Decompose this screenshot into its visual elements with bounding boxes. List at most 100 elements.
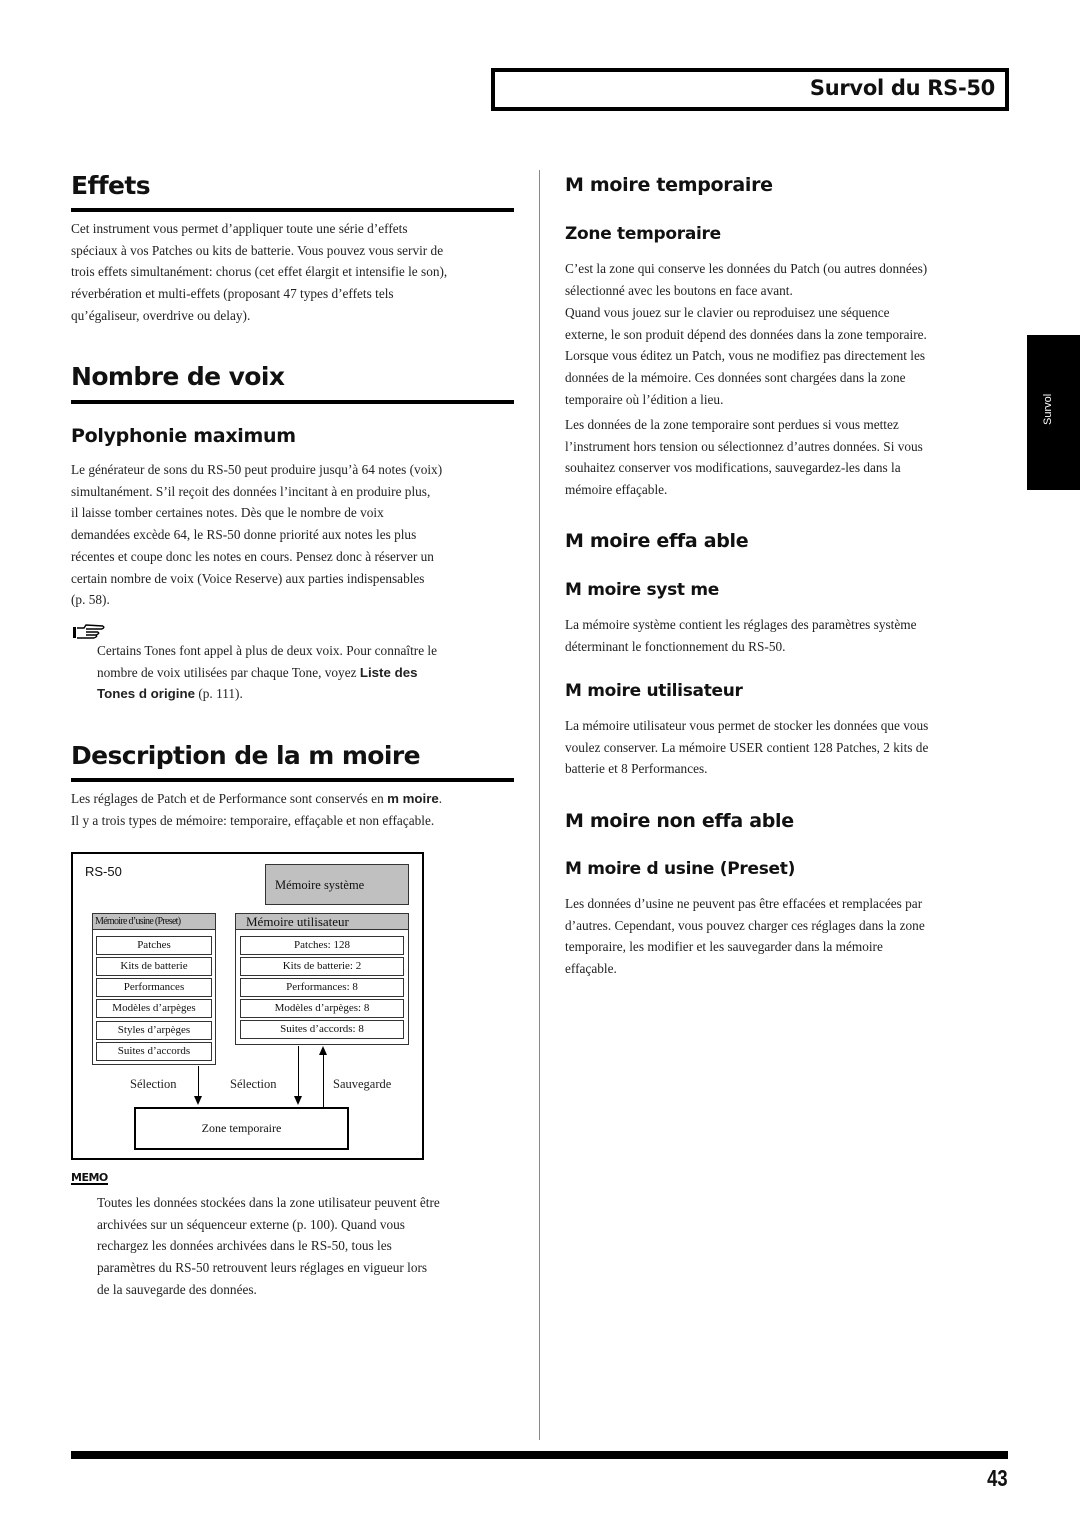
text: . <box>438 791 443 806</box>
subheading-zone-temporaire: Zone temporaire <box>565 224 721 244</box>
paragraph-polyphonie: Le générateur de sons du RS-50 peut prod… <box>71 459 516 611</box>
section-header-title: Survol du RS-50 <box>809 76 995 100</box>
text-line: réverbération et multi-effets (proposant… <box>71 286 394 302</box>
text-line: (p. 58). <box>71 592 110 608</box>
text-line: rechargez les données archivées dans le … <box>97 1238 392 1254</box>
text-line: paramètres du RS-50 retrouvent leurs rég… <box>97 1260 428 1276</box>
preset-memory-title: Mémoire d’usine (Preset) <box>93 914 215 930</box>
footer-rule <box>71 1451 1008 1459</box>
selection-preset-label: Sélection <box>130 1077 177 1091</box>
subheading-memoire-systeme: M moire syst me <box>565 580 719 600</box>
text-line: Quand vous jouez sur le clavier ou repro… <box>565 305 890 320</box>
text-line: Cet instrument vous permet d’appliquer t… <box>71 221 408 236</box>
text-line: La mémoire système contient les réglages… <box>565 617 917 632</box>
pointing-hand-icon <box>73 624 105 639</box>
arrow-save-line <box>323 1054 324 1107</box>
memo-paragraph: Toutes les données stockées dans la zone… <box>97 1192 517 1301</box>
paragraph-effets: Cet instrument vous permet d’appliquer t… <box>71 218 516 327</box>
text-line: spéciaux à vos Patches ou kits de batter… <box>71 242 444 258</box>
heading-description-memoire: Description de la m moire <box>71 741 421 770</box>
text-line: déterminant le fonctionnement du RS-50. <box>565 638 786 654</box>
user-item: Patches: 128 <box>240 936 404 955</box>
text-line: souhaitez conserver vos modifications, s… <box>565 460 901 476</box>
column-divider <box>539 170 540 1440</box>
paragraph-temp-2: Quand vous jouez sur le clavier ou repro… <box>565 302 1015 411</box>
preset-item: Kits de batterie <box>96 957 212 976</box>
preset-item: Styles d’arpèges <box>96 1021 212 1040</box>
temporary-zone-box: Zone temporaire <box>134 1107 349 1150</box>
text-line: il laisse tomber certaines notes. Dès qu… <box>71 505 384 521</box>
text-line: simultanément. S’il reçoit des données l… <box>71 483 431 499</box>
user-item: Suites d’accords: 8 <box>240 1020 404 1039</box>
arrow-down-icon <box>294 1096 302 1105</box>
text-line: Les réglages de Patch et de Performance … <box>71 788 521 810</box>
text-line: temporaire où l’édition a lieu. <box>565 391 724 407</box>
preset-item: Modèles d’arpèges <box>96 999 212 1018</box>
text-line: certain nombre de voix (Voice Reserve) a… <box>71 570 425 586</box>
section-header-box: Survol du RS-50 <box>491 68 1009 111</box>
arrow-up-icon <box>319 1046 327 1055</box>
preset-memory-group: Mémoire d’usine (Preset) Patches Kits de… <box>92 913 216 1065</box>
text-line: temporaire, les modifier et les sauvegar… <box>565 939 883 955</box>
save-label: Sauvegarde <box>333 1077 392 1091</box>
preset-item: Performances <box>96 978 212 997</box>
arrow-down-icon <box>194 1096 202 1105</box>
text-line: données de la mémoire. Ces données sont … <box>565 370 906 386</box>
reference-link[interactable]: Liste des <box>360 665 418 680</box>
paragraph-memoire: Les réglages de Patch et de Performance … <box>71 788 521 831</box>
paragraph-memoire-usine: Les données d’usine ne peuvent pas être … <box>565 893 1015 980</box>
note-text: nombre de voix utilisées par chaque Tone… <box>97 664 360 680</box>
text-line: voulez conserver. La mémoire USER contie… <box>565 739 929 755</box>
note-text: (p. 111). <box>195 686 243 702</box>
paragraph-memoire-systeme: La mémoire système contient les réglages… <box>565 614 1015 657</box>
paragraph-memoire-utilisateur: La mémoire utilisateur vous permet de st… <box>565 715 1015 780</box>
text-line: l’instrument hors tension ou sélectionne… <box>565 438 923 454</box>
text-line: nombre de voix utilisées par chaque Tone… <box>97 662 517 684</box>
memory-diagram: RS-50 Mémoire système Mémoire d’usine (P… <box>71 852 424 1160</box>
subheading-memoire-usine: M moire d usine (Preset) <box>565 859 796 879</box>
text-line: effaçable. <box>565 961 617 977</box>
arrow-selection-preset-line <box>198 1066 199 1098</box>
text-line: Certains Tones font appel à plus de deux… <box>97 643 438 658</box>
system-memory-box: Mémoire système <box>265 864 409 905</box>
text-line: Tones d origine (p. 111). <box>97 683 517 705</box>
heading-rule <box>71 400 514 404</box>
selection-user-label: Sélection <box>230 1077 277 1091</box>
page-number: 43 <box>987 1465 1008 1491</box>
heading-memoire-effacable: M moire effa able <box>565 530 749 552</box>
text-line: demandées excède 64, le RS-50 donne prio… <box>71 527 417 543</box>
paragraph-temp-1: C’est la zone qui conserve les données d… <box>565 258 1015 301</box>
reference-link[interactable]: Tones d origine <box>97 686 195 701</box>
heading-nombre-de-voix: Nombre de voix <box>71 362 285 391</box>
text-line: externe, le son produit dépend des donné… <box>565 326 927 342</box>
text-line: archivées sur un séquenceur externe (p. … <box>97 1216 405 1232</box>
heading-memoire-non-effacable: M moire non effa able <box>565 810 794 832</box>
user-item: Modèles d’arpèges: 8 <box>240 999 404 1018</box>
text-line: La mémoire utilisateur vous permet de st… <box>565 718 929 733</box>
user-item: Kits de batterie: 2 <box>240 957 404 976</box>
text: Les réglages de Patch et de Performance … <box>71 791 388 806</box>
text-line: qu’égaliseur, overdrive ou delay). <box>71 307 251 323</box>
text-line: de la sauvegarde des données. <box>97 1281 257 1297</box>
text-line: d’autres. Cependant, vous pouvez charger… <box>565 917 925 933</box>
text-line: Lorsque vous éditez un Patch, vous ne mo… <box>565 348 926 364</box>
text-line: batterie et 8 Performances. <box>565 761 708 777</box>
diagram-device-label: RS-50 <box>85 864 122 879</box>
preset-item: Patches <box>96 936 212 955</box>
subheading-memoire-utilisateur: M moire utilisateur <box>565 681 743 701</box>
memo-icon: MEMO <box>71 1171 108 1185</box>
text-line: Les données de la zone temporaire sont p… <box>565 417 899 432</box>
text-line: C’est la zone qui conserve les données d… <box>565 261 928 276</box>
text-line: Les données d’usine ne peuvent pas être … <box>565 896 923 911</box>
text-line: Il y a trois types de mémoire: temporair… <box>71 812 435 828</box>
heading-rule <box>71 778 514 782</box>
user-memory-group: Mémoire utilisateur Patches: 128 Kits de… <box>235 913 409 1045</box>
text-line: récentes et coupe donc les notes en cour… <box>71 548 434 564</box>
paragraph-temp-3: Les données de la zone temporaire sont p… <box>565 414 1015 501</box>
note-tones: Certains Tones font appel à plus de deux… <box>97 640 517 705</box>
heading-effets: Effets <box>71 171 151 200</box>
text-line: Toutes les données stockées dans la zone… <box>97 1195 440 1210</box>
user-item: Performances: 8 <box>240 978 404 997</box>
user-memory-title: Mémoire utilisateur <box>236 914 408 930</box>
heading-memoire-temporaire: M moire temporaire <box>565 174 773 196</box>
